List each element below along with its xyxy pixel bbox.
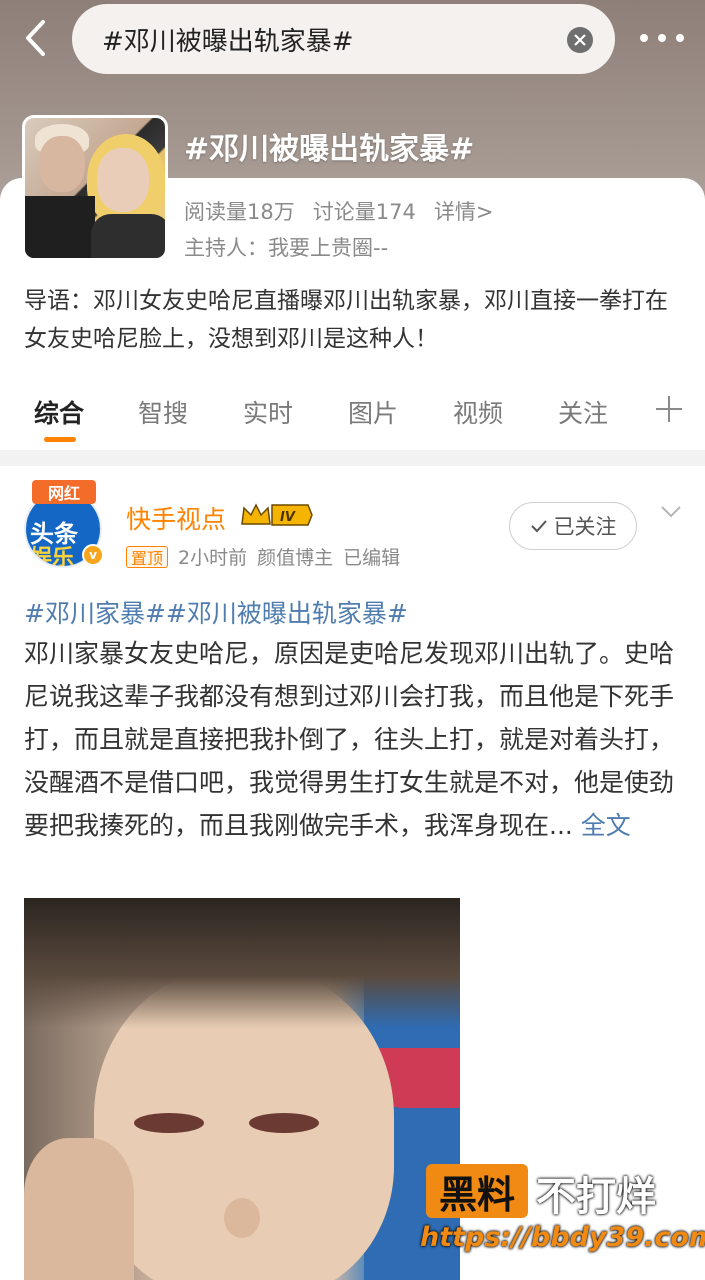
active-tab-indicator xyxy=(44,437,76,442)
tab-following[interactable]: 关注 xyxy=(558,394,608,430)
tab-smart-search[interactable]: 智搜 xyxy=(138,394,188,430)
add-tab-icon[interactable] xyxy=(654,394,684,424)
watermark-url: https://bbdy39.com xyxy=(420,1222,705,1253)
author-avatar[interactable]: 网红 头条 娱乐 v xyxy=(24,480,104,568)
post-image[interactable] xyxy=(24,898,460,1280)
top-bar: #邓川被曝出轨家暴# xyxy=(0,0,705,80)
svg-text:IV: IV xyxy=(280,510,296,525)
more-dot-icon xyxy=(640,34,648,42)
member-level-badge-icon: IV xyxy=(241,503,313,526)
topic-title: #邓川被曝出轨家暴# xyxy=(184,132,475,167)
tab-realtime[interactable]: 实时 xyxy=(243,394,293,430)
verified-badge-icon: v xyxy=(82,544,104,566)
check-icon xyxy=(530,520,547,533)
close-icon xyxy=(574,34,586,46)
tab-bar: 综合 智搜 实时 图片 视频 关注 xyxy=(0,380,705,450)
topic-stats: 阅读量18万 讨论量174 详情> xyxy=(184,196,493,226)
more-dot-icon xyxy=(676,34,684,42)
search-input[interactable]: #邓川被曝出轨家暴# xyxy=(72,4,615,74)
post-time: 2小时前 xyxy=(178,547,248,569)
read-count: 阅读量18万 xyxy=(184,200,295,224)
post-meta: 置顶 2小时前 颜值博主 已编辑 xyxy=(126,543,400,570)
topic-host[interactable]: 主持人：我要上贵圈-- xyxy=(184,232,388,262)
tab-images[interactable]: 图片 xyxy=(348,394,398,430)
author-name[interactable]: 快手视点 xyxy=(126,500,226,536)
discussion-count: 讨论量174 xyxy=(312,200,416,224)
post-text: 邓川家暴女友史哈尼，原因是吏哈尼发现邓川出轨了。史哈尼说我这辈子我都没有想到过邓… xyxy=(24,632,674,847)
topic-cover-image[interactable] xyxy=(22,115,168,261)
avatar-tag: 网红 xyxy=(32,480,96,504)
tab-videos[interactable]: 视频 xyxy=(453,394,503,430)
watermark-text: 不打烊 xyxy=(536,1174,656,1220)
author-category: 颜值博主 xyxy=(257,547,334,569)
back-button[interactable] xyxy=(18,18,52,58)
avatar-text-line2: 娱乐 xyxy=(30,546,75,568)
follow-button[interactable]: 已关注 xyxy=(509,502,637,550)
more-options-button[interactable] xyxy=(640,20,684,56)
follow-label: 已关注 xyxy=(553,515,617,539)
more-dot-icon xyxy=(658,34,666,42)
topic-intro: 导语：邓川女友史哈尼直播曝邓川出轨家暴，邓川直接一拳打在女友史哈尼脸上，没想到邓… xyxy=(24,288,668,352)
full-text-link[interactable]: 全文 xyxy=(581,811,631,840)
section-divider xyxy=(0,450,705,466)
edited-label: 已编辑 xyxy=(343,547,401,569)
back-arrow-icon xyxy=(26,20,45,56)
post-body: 邓川家暴女友史哈尼，原因是吏哈尼发现邓川出轨了。史哈尼说我这辈子我都没有想到过邓… xyxy=(24,639,675,840)
details-link[interactable]: 详情> xyxy=(434,196,494,226)
clear-search-button[interactable] xyxy=(567,27,593,53)
watermark-logo: 黑料 xyxy=(426,1164,528,1218)
post-hashtags[interactable]: #邓川家暴##邓川被曝出轨家暴# xyxy=(24,594,408,630)
chevron-down-icon[interactable] xyxy=(660,500,682,522)
pinned-badge: 置顶 xyxy=(126,545,169,568)
tab-comprehensive[interactable]: 综合 xyxy=(34,394,84,430)
search-query: #邓川被曝出轨家暴# xyxy=(102,26,354,57)
